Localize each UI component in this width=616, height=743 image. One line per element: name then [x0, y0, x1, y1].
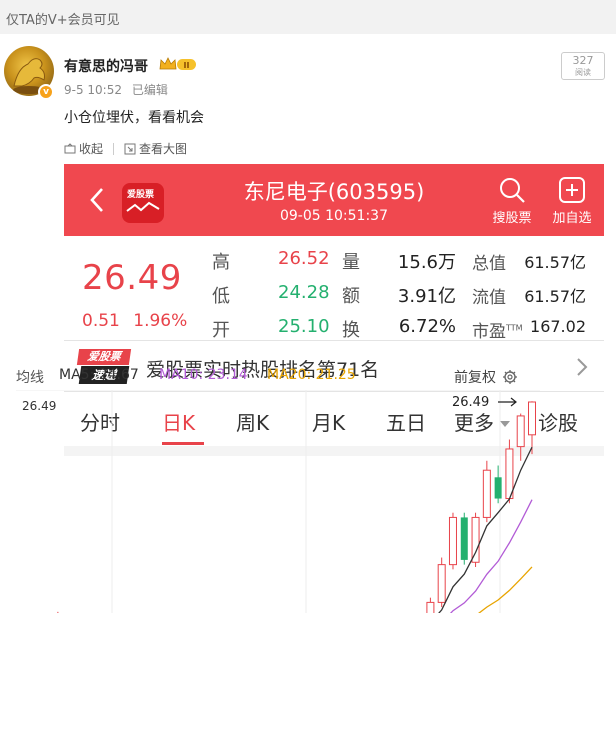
volume-label: 量 [342, 252, 360, 273]
current-price: 26.49 [82, 258, 182, 298]
collapse-icon [64, 142, 76, 153]
adjust-label: 前复权 [454, 370, 496, 386]
candle-body [448, 516, 457, 566]
level-badge-text: II [184, 61, 190, 70]
verified-v-badge-icon: v [38, 84, 54, 100]
open-value: 25.10 [278, 316, 330, 337]
low-label: 低 [212, 286, 230, 307]
k-line-chart[interactable]: 26.49 26.49 [16, 390, 540, 613]
float-value: 61.57亿 [524, 287, 586, 306]
candle-body [494, 477, 502, 499]
search-stock-button[interactable]: 搜股票 [488, 176, 536, 226]
open-label: 开 [212, 320, 230, 341]
visibility-note: 仅TA的V+会员可见 [0, 0, 616, 34]
mktcap-value: 61.57亿 [524, 253, 586, 272]
post-text: 小仓位埋伏，看看机会 [64, 110, 204, 126]
ma10-value: MA10: 23.14 [159, 367, 248, 383]
ma20-value: MA20: 21.25 [267, 367, 356, 383]
last-price-label: 26.49 [452, 395, 489, 410]
mktcap-label: 总值 [472, 254, 506, 274]
ma5-value: MA5: 24.67 [59, 367, 139, 383]
change-percent: 1.96% [133, 311, 188, 331]
pe-label: 市盈TTM [472, 322, 523, 342]
add-watchlist-label: 加自选 [552, 211, 592, 226]
gear-icon [503, 370, 518, 384]
weibo-post: v 有意思的冯哥 II 9-5 10:52 已编辑 327 阅读 小仓位埋伏，看… [0, 34, 616, 743]
y-axis-top-label: 26.49 [22, 399, 56, 413]
collapse-label: 收起 [79, 142, 104, 156]
toolbar-divider [113, 142, 115, 155]
read-label: 阅读 [575, 68, 591, 77]
post-username[interactable]: 有意思的冯哥 [64, 56, 148, 76]
view-large-label: 查看大图 [139, 142, 188, 156]
view-large-button[interactable]: 查看大图 [124, 140, 187, 157]
image-toolbar: 收起 查看大图 [64, 140, 187, 157]
candle-body [426, 601, 435, 613]
pe-value: 167.02 [530, 317, 586, 336]
read-count: 327 [572, 54, 594, 67]
post-timestamp: 9-5 10:52 [64, 83, 122, 97]
search-icon [500, 178, 525, 203]
page: 仅TA的V+会员可见 v 有意思的冯哥 II 9-5 10:52 已编辑 327… [0, 0, 616, 743]
volume-value: 15.6万 [397, 252, 456, 273]
hot-rank-banner[interactable]: 爱股票 速递 爱股票实时热股排名第71名 [64, 340, 604, 392]
turnover-value: 6.72% [398, 316, 456, 337]
add-icon [559, 177, 585, 203]
candle-body [471, 516, 480, 563]
tab-diagnose[interactable]: 诊股 [538, 407, 578, 436]
collapse-button[interactable]: 收起 [64, 140, 103, 157]
change-value: 0.51 [82, 311, 120, 331]
float-label: 流值 [472, 288, 506, 308]
turnover-label: 换 [342, 320, 360, 341]
chevron-right-icon [577, 358, 588, 376]
post-meta: 9-5 10:52 已编辑 [64, 81, 168, 98]
low-value: 24.28 [278, 282, 330, 303]
adjust-selector[interactable]: 前复权 [454, 367, 518, 387]
view-large-icon [124, 143, 136, 154]
candle-body [528, 401, 536, 436]
high-label: 高 [212, 252, 230, 273]
ma10-line [449, 499, 533, 613]
high-value: 26.52 [278, 248, 330, 269]
post-edited[interactable]: 已编辑 [132, 83, 168, 97]
search-stock-label: 搜股票 [492, 211, 532, 226]
ma-label: 均线 [16, 370, 44, 386]
candle-body [437, 564, 446, 603]
candle-body [460, 517, 468, 560]
candle-body [516, 415, 525, 448]
stock-header: 爱股票 东尼电子(603595) 09-05 10:51:37 搜股票 加自选 [64, 164, 604, 236]
candle-body [482, 469, 491, 518]
quote-panel: 26.49 0.51 1.96% 高 26.52 低 24.28 开 25.10 量 1… [64, 236, 604, 342]
last-price-arrow-icon [498, 397, 517, 407]
read-count-box: 327 阅读 [561, 52, 605, 80]
amount-label: 额 [342, 286, 360, 307]
price-change: 0.51 1.96% [82, 311, 187, 331]
rank-logo-top: 爱股票 [76, 349, 132, 365]
add-watchlist-button[interactable]: 加自选 [548, 176, 596, 226]
amount-value: 3.91亿 [397, 286, 456, 307]
member-crown-badge-icon: II [159, 57, 196, 70]
